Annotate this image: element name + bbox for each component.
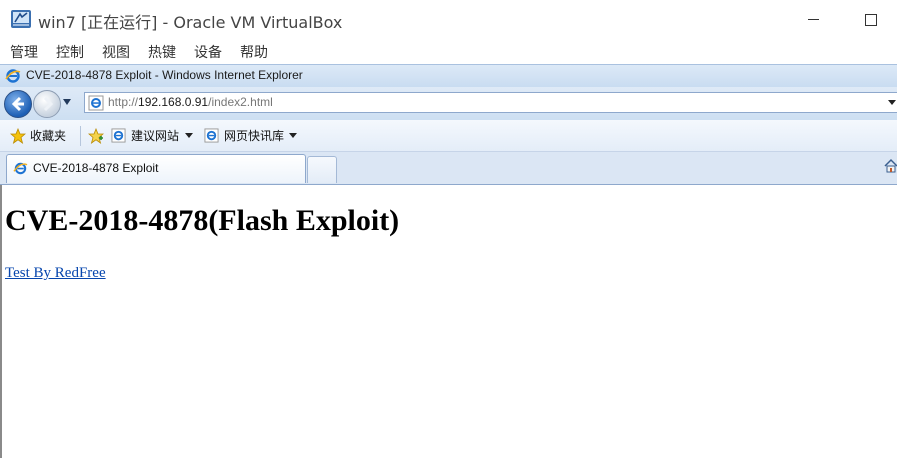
menu-view[interactable]: 视图: [102, 42, 130, 62]
ie-window-title: CVE-2018-4878 Exploit - Windows Internet…: [26, 68, 303, 82]
forward-arrow-icon: [43, 96, 54, 112]
home-icon[interactable]: [883, 158, 897, 174]
maximize-button[interactable]: [848, 6, 894, 32]
test-link[interactable]: Test By RedFree: [5, 265, 106, 282]
web-slice-gallery-icon: [204, 128, 219, 143]
recent-pages-chevron-icon[interactable]: [63, 99, 71, 105]
address-dropdown-icon[interactable]: [888, 100, 896, 105]
menu-help[interactable]: 帮助: [240, 42, 268, 62]
minimize-button[interactable]: [790, 6, 836, 32]
page-content: CVE-2018-4878(Flash Exploit) Test By Red…: [0, 185, 897, 458]
favorites-button[interactable]: 收藏夹: [30, 127, 66, 144]
page-ie-icon: [88, 95, 104, 111]
suggested-sites-icon: [111, 128, 126, 143]
tab-strip: CVE-2018-4878 Exploit: [0, 152, 897, 185]
new-tab-button[interactable]: [307, 156, 337, 183]
address-bar[interactable]: http://192.168.0.91/index2.html: [84, 92, 897, 113]
tab-label: CVE-2018-4878 Exploit: [33, 161, 159, 175]
menu-hotkey[interactable]: 热键: [148, 42, 176, 62]
favorites-bar: 收藏夹 建议网站 网页快讯库: [0, 120, 897, 152]
vbox-menu-bar: 管理 控制 视图 热键 设备 帮助: [0, 38, 897, 64]
vbox-title-bar: win7 [正在运行] - Oracle VM VirtualBox: [0, 0, 897, 38]
add-favorite-icon[interactable]: [88, 128, 104, 144]
page-title: CVE-2018-4878(Flash Exploit): [5, 204, 400, 237]
favorites-star-icon: [10, 128, 26, 144]
ie-navigation-bar: http://192.168.0.91/index2.html: [0, 87, 897, 120]
forward-button[interactable]: [33, 90, 61, 118]
tab-cve-exploit[interactable]: CVE-2018-4878 Exploit: [6, 154, 306, 183]
address-url[interactable]: http://192.168.0.91/index2.html: [108, 95, 273, 109]
suggested-sites-link[interactable]: 建议网站: [131, 127, 179, 144]
web-slice-gallery-link[interactable]: 网页快讯库: [224, 127, 284, 144]
web-slice-gallery-chevron-icon[interactable]: [289, 133, 297, 138]
back-button[interactable]: [4, 90, 32, 118]
menu-devices[interactable]: 设备: [194, 42, 222, 62]
menu-control[interactable]: 控制: [56, 42, 84, 62]
guest-screen: CVE-2018-4878 Exploit - Windows Internet…: [0, 64, 897, 458]
ie-logo-icon: [5, 69, 21, 83]
suggested-sites-chevron-icon[interactable]: [185, 133, 193, 138]
url-host: 192.168.0.91: [138, 95, 209, 109]
menu-manage[interactable]: 管理: [10, 42, 38, 62]
url-path: /index2.html: [208, 95, 273, 109]
url-scheme: http://: [108, 95, 139, 109]
ie-title-bar: CVE-2018-4878 Exploit - Windows Internet…: [0, 64, 897, 87]
vbox-window-title: win7 [正在运行] - Oracle VM VirtualBox: [38, 13, 343, 32]
tab-ie-icon: [13, 162, 28, 175]
favorites-separator: [80, 126, 81, 146]
virtualbox-icon: [11, 10, 31, 28]
back-arrow-icon: [11, 96, 24, 112]
